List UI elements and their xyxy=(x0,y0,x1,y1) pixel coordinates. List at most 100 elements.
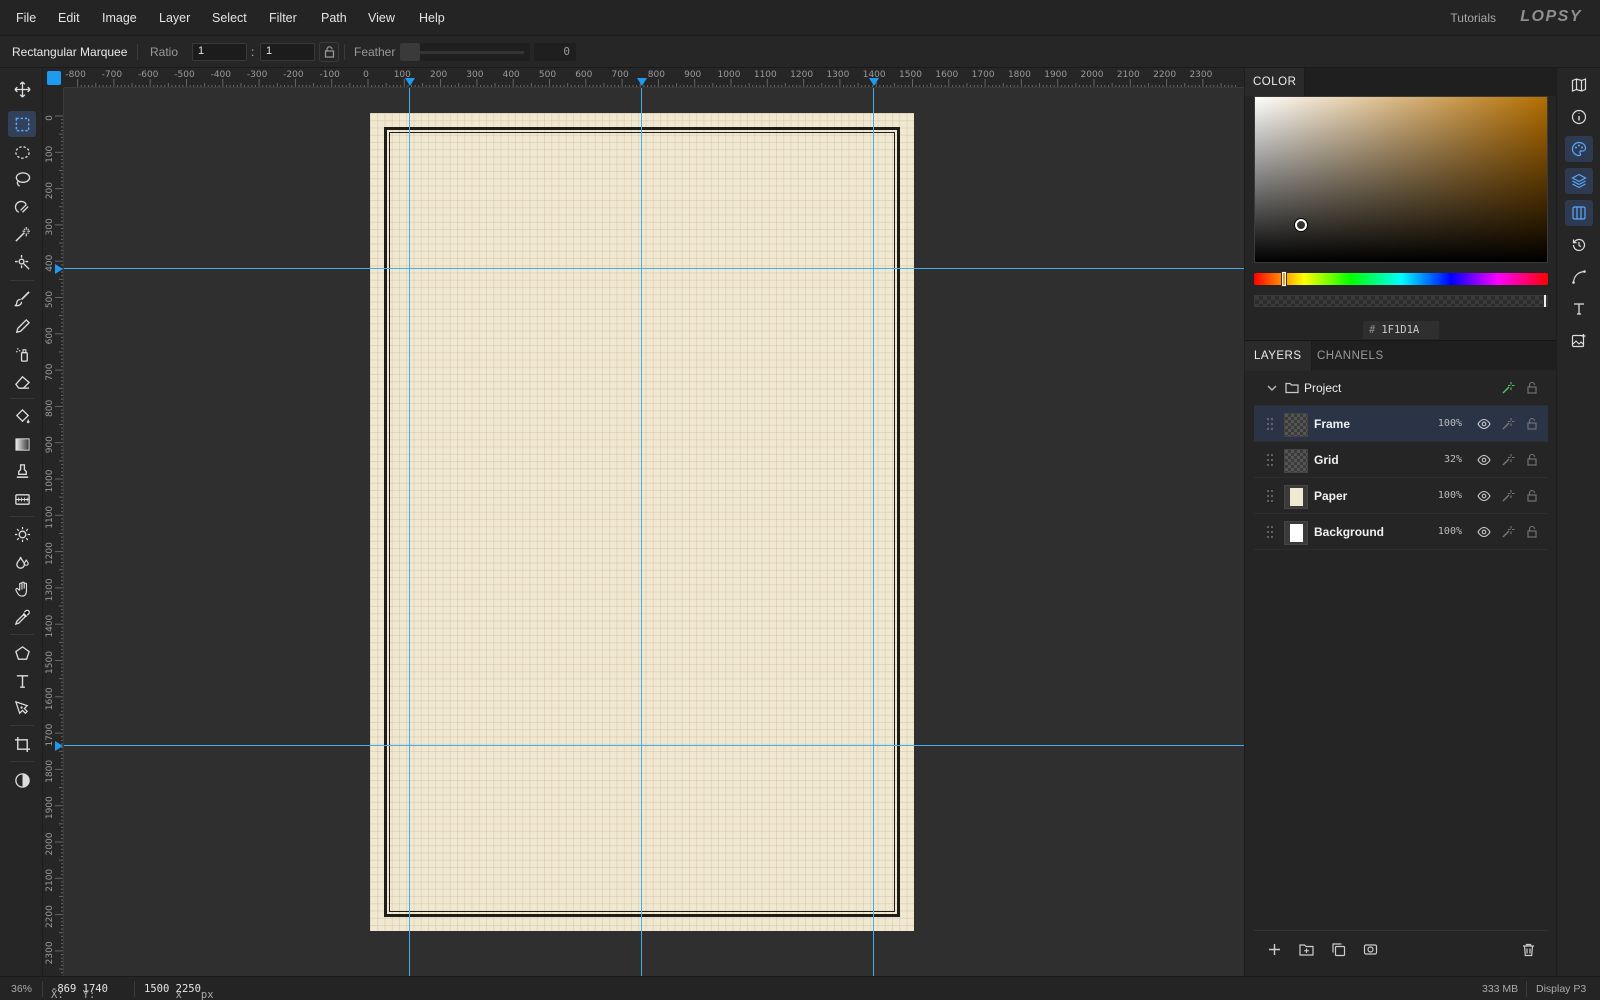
drag-handle-icon[interactable] xyxy=(1266,417,1274,431)
effects-icon[interactable] xyxy=(1500,524,1516,540)
layers-panel-button[interactable] xyxy=(1565,168,1593,194)
type-panel-button[interactable] xyxy=(1565,296,1593,322)
guide-marker-left[interactable] xyxy=(55,264,63,274)
chevron-down-icon[interactable] xyxy=(1266,382,1278,397)
ruler-origin[interactable] xyxy=(43,68,64,88)
info-panel-button[interactable] xyxy=(1565,104,1593,130)
menu-image[interactable]: Image xyxy=(102,11,137,25)
lock-icon[interactable] xyxy=(1524,416,1540,432)
document-canvas[interactable] xyxy=(370,113,914,931)
guide-marker-top[interactable] xyxy=(637,78,647,86)
vertical-ruler[interactable]: 0 100 200 300 400 500 600 700 800 900 1000 1100 1200… xyxy=(43,88,64,976)
vertical-guide[interactable] xyxy=(641,88,642,976)
tab-channels[interactable]: CHANNELS xyxy=(1309,341,1392,371)
effects-icon[interactable] xyxy=(1500,452,1516,468)
color-mode-toggle[interactable] xyxy=(8,767,36,793)
lasso-tool-button[interactable] xyxy=(8,166,36,192)
move-tool-button[interactable] xyxy=(8,76,36,102)
ratio-height-input[interactable]: 1 xyxy=(260,43,315,61)
hue-slider[interactable] xyxy=(1254,272,1548,286)
text-tool-button[interactable] xyxy=(8,668,36,694)
shape-tool-button[interactable] xyxy=(8,640,36,666)
color-panel-button[interactable] xyxy=(1565,136,1593,162)
add-group-button[interactable] xyxy=(1297,940,1315,958)
horizontal-ruler[interactable]: -800 -700 -600 -500 -400 -300 -200 -100 0 100 200 3… xyxy=(64,68,1244,88)
layer-opacity[interactable]: 100% xyxy=(1438,526,1462,537)
lock-ratio-button[interactable] xyxy=(319,42,339,62)
feather-value-input[interactable]: 0 xyxy=(534,43,576,61)
eraser-tool-button[interactable] xyxy=(8,368,36,394)
layer-row-paper[interactable]: Paper 100% xyxy=(1254,478,1548,514)
menu-view[interactable]: View xyxy=(368,11,395,25)
horizontal-guide[interactable] xyxy=(64,745,1244,746)
paint-bucket-tool-button[interactable] xyxy=(8,403,36,429)
rectangular-marquee-tool-button[interactable] xyxy=(8,111,36,137)
alpha-slider-handle[interactable] xyxy=(1544,295,1546,307)
lock-icon[interactable] xyxy=(1524,380,1540,396)
hue-slider-handle[interactable] xyxy=(1282,272,1286,286)
layer-row-background[interactable]: Background 100% xyxy=(1254,514,1548,550)
menu-layer[interactable]: Layer xyxy=(159,11,190,25)
effects-icon[interactable] xyxy=(1500,380,1516,396)
channels-panel-button[interactable] xyxy=(1565,200,1593,226)
magic-wand-tool-button[interactable] xyxy=(8,221,36,247)
dodge-tool-button[interactable] xyxy=(8,521,36,547)
effects-icon[interactable] xyxy=(1500,488,1516,504)
feather-slider[interactable] xyxy=(400,43,530,61)
paint-brush-tool-button[interactable] xyxy=(8,285,36,311)
tab-color[interactable]: COLOR xyxy=(1245,68,1306,96)
ratio-width-input[interactable]: 1 xyxy=(192,43,247,61)
vertical-guide[interactable] xyxy=(873,88,874,976)
clone-stamp-tool-button[interactable] xyxy=(8,458,36,484)
guide-marker-top[interactable] xyxy=(405,78,415,86)
guide-marker-left[interactable] xyxy=(55,741,63,751)
menu-filter[interactable]: Filter xyxy=(269,11,297,25)
pattern-tool-button[interactable] xyxy=(8,486,36,512)
add-layer-button[interactable] xyxy=(1265,940,1283,958)
color-profile[interactable]: Display P3 xyxy=(1536,983,1586,995)
pencil-tool-button[interactable] xyxy=(8,313,36,339)
eye-icon[interactable] xyxy=(1476,488,1492,504)
quick-selection-tool-button[interactable] xyxy=(8,249,36,275)
drag-handle-icon[interactable] xyxy=(1266,525,1274,539)
lock-icon[interactable] xyxy=(1524,452,1540,468)
horizontal-guide[interactable] xyxy=(64,268,1244,269)
elliptical-marquee-tool-button[interactable] xyxy=(8,139,36,165)
menu-select[interactable]: Select xyxy=(212,11,247,25)
delete-layer-button[interactable] xyxy=(1519,940,1537,958)
history-panel-button[interactable] xyxy=(1565,232,1593,258)
duplicate-layer-button[interactable] xyxy=(1329,940,1347,958)
layer-row-grid[interactable]: Grid 32% xyxy=(1254,442,1548,478)
crop-tool-button[interactable] xyxy=(8,731,36,757)
gradient-tool-button[interactable] xyxy=(8,431,36,457)
navigator-panel-button[interactable] xyxy=(1565,72,1593,98)
lock-icon[interactable] xyxy=(1524,488,1540,504)
feather-slider-handle[interactable] xyxy=(400,43,420,61)
layer-opacity[interactable]: 32% xyxy=(1444,454,1462,465)
pen-tool-button[interactable] xyxy=(8,695,36,721)
menu-path[interactable]: Path xyxy=(321,11,347,25)
spray-tool-button[interactable] xyxy=(8,341,36,367)
layer-opacity[interactable]: 100% xyxy=(1438,418,1462,429)
tab-layers[interactable]: LAYERS xyxy=(1245,341,1312,371)
tutorials-link[interactable]: Tutorials xyxy=(1450,11,1496,25)
layer-row-frame[interactable]: Frame 100% xyxy=(1254,406,1548,442)
guide-marker-top[interactable] xyxy=(869,78,879,86)
canvas-viewport[interactable] xyxy=(64,88,1244,976)
layer-opacity[interactable]: 100% xyxy=(1438,490,1462,501)
lock-icon[interactable] xyxy=(1524,524,1540,540)
layer-mask-button[interactable] xyxy=(1361,940,1379,958)
eyedropper-tool-button[interactable] xyxy=(8,604,36,630)
vertical-guide[interactable] xyxy=(409,88,410,976)
layer-group-project[interactable]: Project xyxy=(1254,370,1548,406)
alpha-slider[interactable] xyxy=(1254,295,1548,307)
menu-edit[interactable]: Edit xyxy=(58,11,80,25)
eye-icon[interactable] xyxy=(1476,416,1492,432)
image-adjust-panel-button[interactable] xyxy=(1565,328,1593,354)
magnetic-lasso-tool-button[interactable] xyxy=(8,194,36,220)
drag-handle-icon[interactable] xyxy=(1266,453,1274,467)
eye-icon[interactable] xyxy=(1476,452,1492,468)
saturation-value-picker[interactable] xyxy=(1254,96,1548,263)
blur-tool-button[interactable] xyxy=(8,549,36,575)
paths-panel-button[interactable] xyxy=(1565,264,1593,290)
